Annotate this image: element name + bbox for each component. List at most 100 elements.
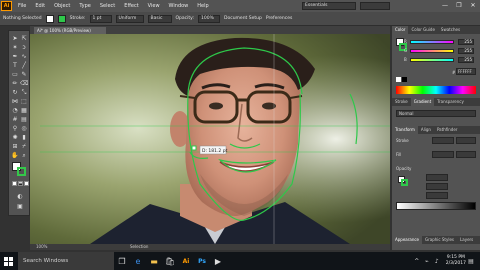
artboard-canvas[interactable]: D: 181.2 pt <box>30 34 390 244</box>
gradient-tool-icon[interactable]: ▤ <box>20 116 28 123</box>
paintbrush-tool-icon[interactable]: ✎ <box>20 71 28 78</box>
menu-type[interactable]: Type <box>79 3 90 9</box>
task-view-icon[interactable]: ❐ <box>114 252 130 270</box>
type-tool-icon[interactable]: T <box>11 62 19 69</box>
tab-transparency[interactable]: Transparency <box>434 98 467 106</box>
start-button[interactable] <box>0 252 16 270</box>
menu-window[interactable]: Window <box>169 3 189 9</box>
media-player-icon[interactable]: ▶ <box>210 252 226 270</box>
channel-r-value[interactable]: 255 <box>458 39 474 45</box>
illustrator-taskbar-icon[interactable]: Ai <box>178 252 194 270</box>
store-icon[interactable]: 🛍 <box>162 252 178 270</box>
menu-file[interactable]: File <box>18 3 26 9</box>
menu-object[interactable]: Object <box>54 3 70 9</box>
gradient-mode-button[interactable] <box>18 181 23 186</box>
eraser-tool-icon[interactable]: ⌫ <box>20 80 28 87</box>
channel-g-value[interactable]: 255 <box>458 48 474 54</box>
minimize-button[interactable]: — <box>438 0 452 12</box>
document-setup-button[interactable]: Document Setup <box>224 16 262 21</box>
width-tool-icon[interactable]: ⋈ <box>11 98 19 105</box>
hex-field[interactable]: FFFFFF <box>456 68 476 75</box>
tray-chevron-icon[interactable]: ^ <box>412 252 422 270</box>
perspective-grid-tool-icon[interactable]: ▦ <box>20 107 28 114</box>
transform-field-1[interactable] <box>432 137 454 144</box>
tab-color-guide[interactable]: Color Guide <box>408 26 437 34</box>
tab-transform[interactable]: Transform <box>392 126 418 134</box>
appearance-field-1[interactable] <box>426 174 448 181</box>
draw-mode-icon[interactable]: ◐ <box>16 193 24 200</box>
screen-mode-icon[interactable]: ▣ <box>16 203 24 210</box>
document-tab[interactable]: Ai* @ 100% (RGB/Preview) <box>34 27 106 34</box>
taskbar-clock[interactable]: 9:15 PM 2/3/2017 <box>446 255 466 267</box>
blend-tool-icon[interactable]: ◎ <box>20 125 28 132</box>
zoom-tool-icon[interactable]: ⌕ <box>20 152 28 159</box>
tab-layers[interactable]: Layers <box>457 236 476 244</box>
channel-r-slider[interactable] <box>410 40 454 44</box>
tab-graphic-styles[interactable]: Graphic Styles <box>422 236 457 244</box>
direct-selection-tool-icon[interactable]: ⇱ <box>20 35 28 42</box>
fill-swatch[interactable] <box>45 14 54 23</box>
photoshop-taskbar-icon[interactable]: Ps <box>194 252 210 270</box>
graph-tool-icon[interactable]: ▮ <box>20 134 28 141</box>
tab-align[interactable]: Align <box>418 126 434 134</box>
gradient-slider[interactable] <box>396 202 476 210</box>
restore-button[interactable]: ❐ <box>452 0 466 12</box>
menu-view[interactable]: View <box>148 3 160 9</box>
variable-width-select[interactable]: Uniform <box>115 14 144 23</box>
lasso-tool-icon[interactable]: ↄ <box>20 44 28 51</box>
brush-select[interactable]: Basic <box>147 14 172 23</box>
tab-stroke[interactable]: Stroke <box>392 98 411 106</box>
appearance-field-2[interactable] <box>426 183 448 190</box>
rotate-tool-icon[interactable]: ↻ <box>11 89 19 96</box>
notifications-icon[interactable]: ▤ <box>466 252 476 270</box>
black-swatch[interactable] <box>402 77 407 82</box>
stroke-weight-field[interactable]: 1 pt <box>89 14 112 23</box>
blend-mode-select[interactable]: Normal <box>396 110 476 117</box>
free-transform-tool-icon[interactable]: ⬚ <box>20 98 28 105</box>
transform-field-4[interactable] <box>456 151 476 158</box>
none-mode-button[interactable] <box>24 181 29 186</box>
tab-gradient[interactable]: Gradient <box>410 98 435 106</box>
line-tool-icon[interactable]: ╱ <box>20 62 28 69</box>
curvature-tool-icon[interactable]: ∿ <box>20 53 28 60</box>
pencil-tool-icon[interactable]: ✏ <box>11 80 19 87</box>
preferences-button[interactable]: Preferences <box>266 16 292 21</box>
hand-tool-icon[interactable]: ✋ <box>11 152 19 159</box>
channel-b-value[interactable]: 255 <box>458 57 474 63</box>
taskbar-search-box[interactable]: Search Windows <box>18 252 114 270</box>
color-mode-button[interactable] <box>12 181 17 186</box>
stroke-swatch[interactable] <box>57 14 66 23</box>
tab-color[interactable]: Color <box>392 26 409 34</box>
selection-tool-icon[interactable]: ➤ <box>11 35 19 42</box>
close-button[interactable]: ✕ <box>466 0 480 12</box>
white-swatch[interactable] <box>396 77 401 82</box>
slice-tool-icon[interactable]: ⌿ <box>20 143 28 150</box>
menu-edit[interactable]: Edit <box>35 3 45 9</box>
selected-anchor-point[interactable] <box>191 145 197 151</box>
network-icon[interactable]: ⌁ <box>422 252 432 270</box>
scale-tool-icon[interactable]: ⤡ <box>20 89 28 96</box>
workspace-select[interactable]: Essentials <box>302 2 356 10</box>
menu-select[interactable]: Select <box>100 3 115 9</box>
volume-icon[interactable]: ♪ <box>432 252 442 270</box>
symbol-sprayer-tool-icon[interactable]: ✺ <box>11 134 19 141</box>
artboard-tool-icon[interactable]: ⊞ <box>11 143 19 150</box>
edge-browser-icon[interactable]: e <box>130 252 146 270</box>
appearance-field-3[interactable] <box>426 192 448 199</box>
tab-pathfinder[interactable]: Pathfinder <box>434 126 461 134</box>
stroke-color-swatch[interactable] <box>17 167 26 176</box>
tab-appearance[interactable]: Appearance <box>392 236 423 244</box>
channel-g-slider[interactable] <box>410 49 454 53</box>
zoom-level[interactable]: 100% <box>36 244 47 250</box>
transform-field-3[interactable] <box>432 151 454 158</box>
menu-help[interactable]: Help <box>197 3 208 9</box>
transform-field-2[interactable] <box>456 137 476 144</box>
file-explorer-icon[interactable]: ▬ <box>146 252 162 270</box>
menu-effect[interactable]: Effect <box>124 3 138 9</box>
eyedropper-tool-icon[interactable]: ⚲ <box>11 125 19 132</box>
opacity-field[interactable]: 100% <box>198 14 220 23</box>
stock-search-input[interactable] <box>360 2 390 10</box>
tab-swatches[interactable]: Swatches <box>438 26 463 34</box>
shape-builder-tool-icon[interactable]: ◔ <box>11 107 19 114</box>
rectangle-tool-icon[interactable]: ▭ <box>11 71 19 78</box>
